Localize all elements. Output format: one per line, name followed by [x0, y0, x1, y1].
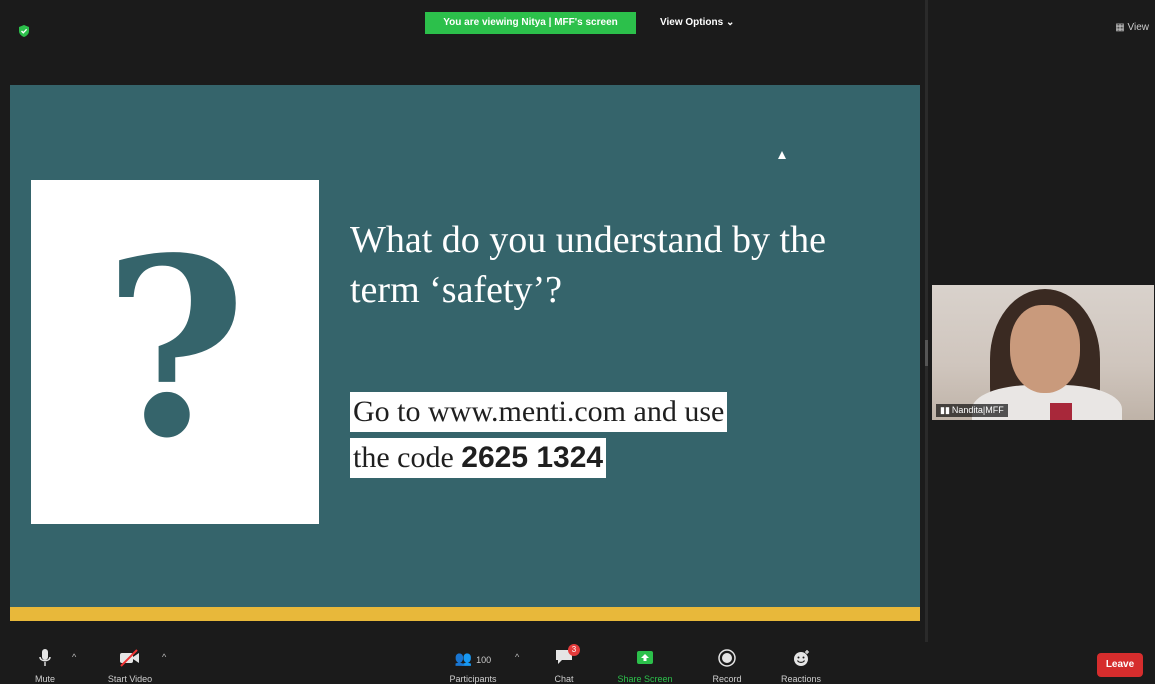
record-button[interactable]: Record: [705, 648, 749, 684]
security-shield-icon[interactable]: [18, 25, 30, 37]
grid-icon: ▦: [1115, 22, 1128, 33]
record-label: Record: [712, 674, 742, 684]
meeting-toolbar: Mute ^ Start Video ^ 👥 100 Participants …: [0, 642, 1155, 684]
reactions-label: Reactions: [780, 674, 822, 684]
question-mark-graphic: ?: [103, 204, 247, 492]
video-off-icon: [120, 649, 139, 667]
instruction-line-1: Go to www.menti.com and use: [350, 392, 728, 432]
chat-unread-badge: 3: [568, 644, 580, 656]
slide-question: What do you understand by the term ‘safe…: [350, 219, 826, 311]
resize-handle[interactable]: [925, 340, 928, 366]
microphone-icon: [39, 649, 51, 666]
record-icon: [718, 649, 736, 667]
top-bar: You are viewing Nitya | MFF's screen Vie…: [0, 0, 1155, 40]
panel-divider: [925, 0, 928, 642]
participants-label: Participants: [449, 674, 497, 684]
instruction-line-2: the code 2625 1324: [350, 438, 607, 478]
reactions-button[interactable]: Reactions: [775, 648, 827, 684]
signal-strength-icon: ▮▮: [940, 405, 950, 415]
menti-code: 2625 1324: [461, 441, 604, 474]
participants-chevron-icon[interactable]: ^: [515, 652, 519, 662]
view-options-button[interactable]: View Options ⌄: [656, 12, 738, 34]
participant-name: Nandita|MFF: [951, 405, 1004, 415]
shared-screen-slide: ? What do you understand by the term ‘sa…: [10, 85, 920, 621]
participant-face: [1010, 305, 1080, 393]
audio-options-chevron-icon[interactable]: ^: [72, 652, 76, 662]
start-video-button[interactable]: Start Video: [100, 648, 160, 684]
participant-collar: [1050, 403, 1072, 420]
share-screen-label: Share Screen: [617, 674, 673, 684]
reactions-smiley-icon: [794, 650, 809, 666]
share-screen-icon: [637, 651, 653, 664]
view-label: View: [1127, 22, 1150, 33]
slide-instructions: Go to www.menti.com and use the code 262…: [350, 392, 910, 484]
participants-count: 100: [476, 655, 492, 665]
share-screen-button[interactable]: Share Screen: [610, 648, 680, 684]
view-button[interactable]: ▦ View: [1115, 22, 1149, 33]
leave-button[interactable]: Leave: [1097, 653, 1143, 677]
video-options-chevron-icon[interactable]: ^: [162, 652, 166, 662]
mute-label: Mute: [34, 674, 55, 684]
instruction-prefix: the code: [353, 441, 462, 474]
viewing-screen-banner: You are viewing Nitya | MFF's screen: [425, 12, 636, 34]
mute-button[interactable]: Mute: [30, 648, 60, 684]
start-video-label: Start Video: [107, 674, 153, 684]
slide-footer-stripe: [10, 607, 920, 621]
participant-name-tag: ▮▮ Nandita|MFF: [936, 404, 1008, 417]
participant-video-tile[interactable]: ▮▮ Nandita|MFF: [932, 285, 1154, 420]
participants-icon: 👥: [454, 650, 473, 666]
participants-button[interactable]: 👥 100 Participants: [440, 648, 506, 684]
chat-label: Chat: [554, 674, 574, 684]
chat-button[interactable]: 3 Chat: [549, 644, 580, 684]
mouse-cursor-icon: [778, 151, 786, 159]
question-mark-box: ?: [31, 180, 319, 524]
